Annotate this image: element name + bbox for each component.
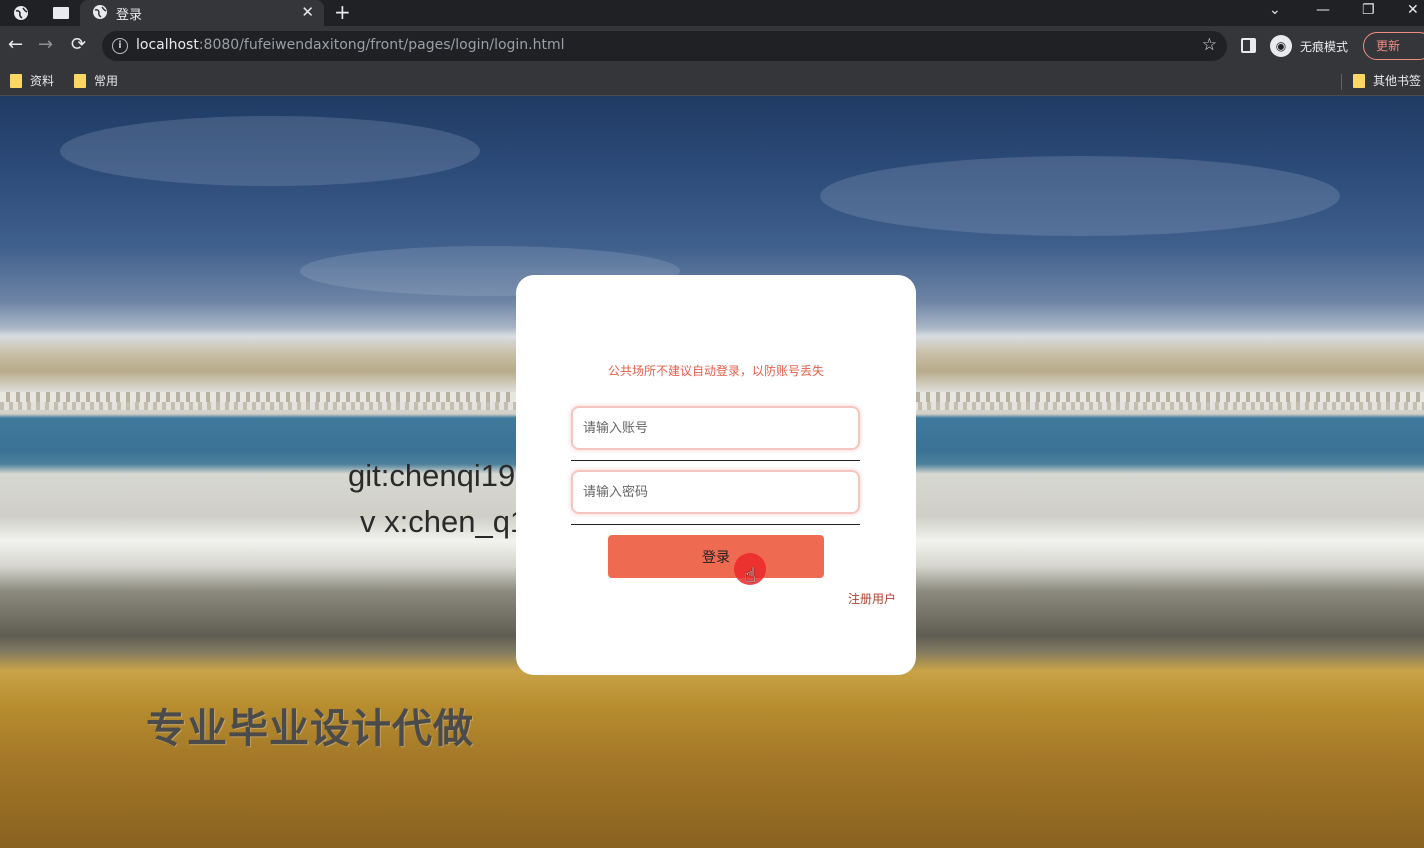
bookmark-folder[interactable]: 常用 xyxy=(74,72,118,89)
tab-list-chevron-icon[interactable]: ⌄ xyxy=(1269,0,1281,20)
folder-icon xyxy=(10,73,22,88)
username-field[interactable] xyxy=(571,406,860,450)
bookmarks-divider xyxy=(1341,74,1342,90)
username-underline xyxy=(571,460,860,461)
login-card: 公共场所不建议自动登录，以防账号丢失 登录 注册用户 xyxy=(516,275,916,675)
back-arrow-icon[interactable]: ← xyxy=(8,35,23,55)
minimize-icon[interactable]: — xyxy=(1316,0,1330,20)
tab-search-icon[interactable] xyxy=(52,4,70,22)
login-page-background: git:chenqi199 v x:chen_q123456 专业毕业设计代做 … xyxy=(0,96,1424,848)
watermark-git: git:chenqi199 xyxy=(348,458,533,493)
address-bar[interactable]: i localhost:8080/fufeiwendaxitong/front/… xyxy=(102,31,1227,61)
password-input[interactable] xyxy=(573,472,858,512)
username-input[interactable] xyxy=(573,408,858,448)
folder-icon xyxy=(1353,73,1365,88)
tab-title: 登录 xyxy=(116,8,143,23)
url-text[interactable]: localhost:8080/fufeiwendaxitong/front/pa… xyxy=(136,37,565,53)
hand-cursor-icon: ☝ xyxy=(744,563,757,587)
cloud xyxy=(60,116,480,186)
bookmark-folder[interactable]: 资料 xyxy=(10,72,54,89)
other-bookmarks[interactable]: 其他书签 xyxy=(1353,72,1421,89)
tab-login[interactable]: 登录 ✕ xyxy=(80,0,324,26)
register-link[interactable]: 注册用户 xyxy=(848,590,896,607)
globe-icon xyxy=(92,4,108,24)
site-info-icon[interactable]: i xyxy=(112,38,128,54)
cloud xyxy=(820,156,1340,236)
browser-toolbar: ← → ⟳ i localhost:8080/fufeiwendaxitong/… xyxy=(0,26,1424,66)
folder-icon xyxy=(74,73,86,88)
globe-icon[interactable] xyxy=(12,4,30,22)
window-close-icon[interactable]: ✕ xyxy=(1407,0,1419,20)
login-button[interactable]: 登录 xyxy=(608,535,824,578)
forward-arrow-icon[interactable]: → xyxy=(38,35,53,55)
new-tab-button[interactable]: + xyxy=(334,0,351,24)
side-panel-icon[interactable] xyxy=(1241,38,1256,53)
bookmarks-bar: 资料 常用 其他书签 xyxy=(0,66,1424,96)
incognito-label: 无痕模式 xyxy=(1300,40,1349,54)
restore-icon[interactable]: ❐ xyxy=(1362,0,1375,20)
tab-close-icon[interactable]: ✕ xyxy=(301,3,314,21)
update-button[interactable]: 更新 xyxy=(1363,32,1424,60)
bookmark-star-icon[interactable]: ☆ xyxy=(1202,35,1217,55)
watermark-ad: 专业毕业设计代做 xyxy=(146,706,474,752)
password-underline xyxy=(571,524,860,525)
reload-icon[interactable]: ⟳ xyxy=(71,35,86,55)
incognito-icon[interactable]: ◉ xyxy=(1270,35,1292,57)
login-notice: 公共场所不建议自动登录，以防账号丢失 xyxy=(607,364,824,378)
password-field[interactable] xyxy=(571,470,860,514)
browser-tab-strip: 登录 ✕ + ⌄ — ❐ ✕ xyxy=(0,0,1424,26)
